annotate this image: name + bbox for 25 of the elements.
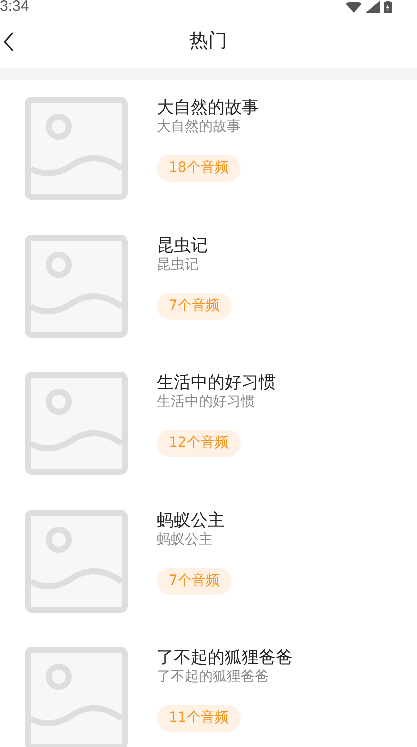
audio-count-badge: 18个音频 [157, 155, 241, 182]
item-subtitle: 大自然的故事 [157, 118, 241, 136]
status-time: 3:34 [0, 0, 30, 14]
image-placeholder-icon[interactable] [25, 372, 128, 475]
image-placeholder-icon[interactable] [25, 510, 128, 612]
item-title[interactable]: 了不起的狐狸爸爸 [157, 648, 293, 668]
image-placeholder-icon[interactable] [25, 234, 128, 338]
image-placeholder-icon[interactable] [25, 647, 128, 747]
back-button[interactable] [2, 31, 16, 53]
audio-count-badge: 7个音频 [157, 292, 232, 320]
audio-count-badge: 11个音频 [157, 705, 241, 732]
item-title[interactable]: 大自然的故事 [157, 98, 259, 118]
signal-icon [366, 1, 380, 13]
page-title: 热门 [190, 29, 228, 54]
item-subtitle: 蚂蚁公主 [157, 530, 213, 548]
item-subtitle: 昆虫记 [157, 256, 199, 274]
audio-count-badge: 7个音频 [157, 568, 232, 594]
audio-count-badge: 12个音频 [157, 430, 241, 457]
wifi-icon [346, 2, 362, 12]
item-title[interactable]: 蚂蚁公主 [157, 510, 225, 530]
item-title[interactable]: 昆虫记 [157, 236, 208, 256]
item-title[interactable]: 生活中的好习惯 [157, 373, 276, 393]
item-subtitle: 生活中的好习惯 [157, 393, 255, 411]
image-placeholder-icon[interactable] [25, 97, 128, 200]
item-subtitle: 了不起的狐狸爸爸 [157, 668, 269, 686]
